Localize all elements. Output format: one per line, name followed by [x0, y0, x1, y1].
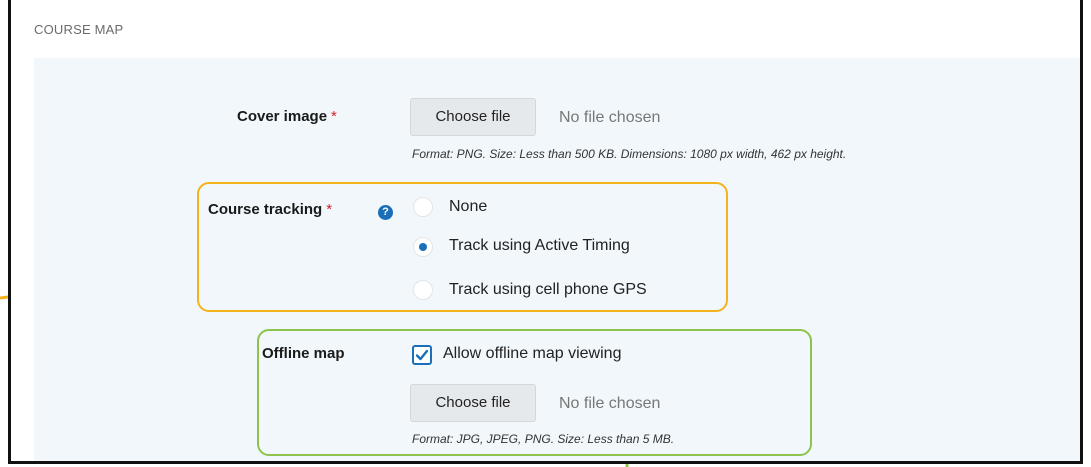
screenshot-frame: COURSE MAP Cover image * Choose file No f…	[8, 0, 1083, 464]
cover-image-label: Cover image	[237, 108, 328, 125]
section-header: COURSE MAP	[11, 0, 1080, 58]
offline-map-callout	[257, 329, 812, 456]
cover-image-choose-file-button[interactable]: Choose file	[410, 98, 536, 136]
course-tracking-callout	[197, 182, 728, 312]
cover-image-hint: Format: PNG. Size: Less than 500 KB. Dim…	[412, 147, 847, 161]
required-marker: *	[331, 108, 337, 125]
section-title: COURSE MAP	[34, 22, 124, 37]
cover-image-file-status: No file chosen	[559, 109, 661, 126]
cover-image-label-row: Cover image *	[237, 108, 337, 125]
